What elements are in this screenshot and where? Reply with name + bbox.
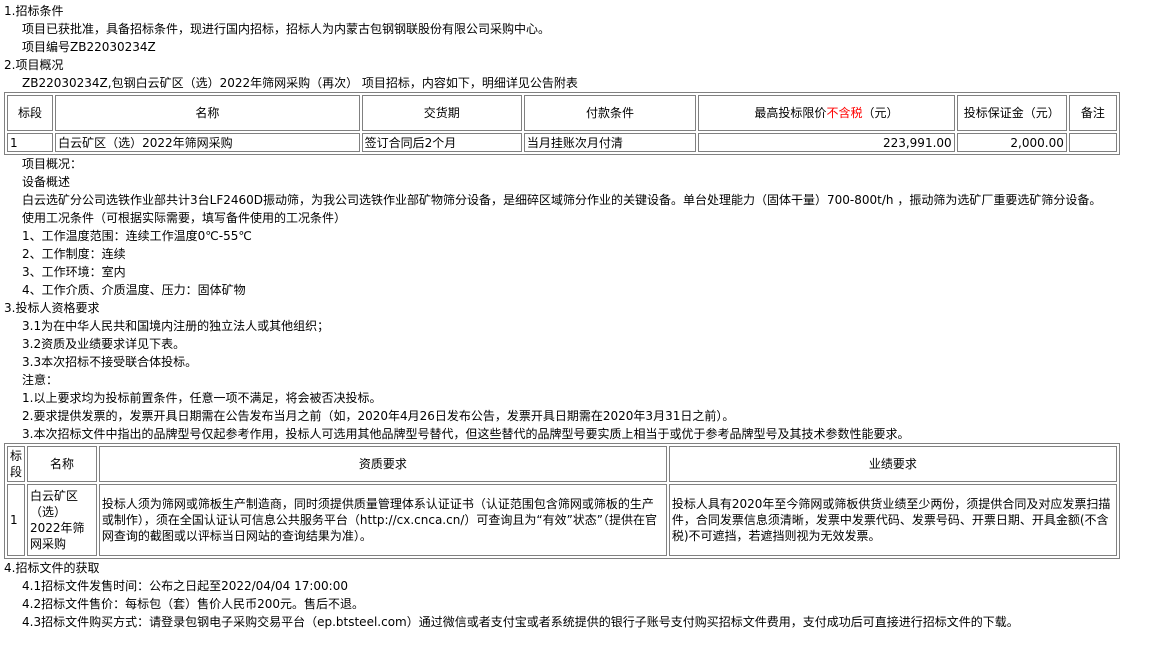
cell-delivery: 签订合同后2个月: [361, 133, 522, 152]
header-max-price: 最高投标限价不含税（元）: [698, 95, 955, 131]
cell-payment: 当月挂账次月付清: [523, 133, 697, 152]
cell-remark: [1068, 133, 1117, 152]
cell-name: 白云矿区（选）2022年筛网采购: [27, 484, 97, 556]
table-header-row: 标段 名称 资质要求 业绩要求: [7, 446, 1117, 482]
table-row: 1 白云矿区（选）2022年筛网采购 签订合同后2个月 当月挂账次月付清 223…: [7, 133, 1117, 152]
section-document-acquisition: 4.招标文件的获取 4.1招标文件发售时间：公布之日起至2022/04/04 1…: [4, 559, 1160, 631]
cell-lot: 1: [7, 133, 54, 152]
equipment-overview-label: 设备概述: [22, 175, 71, 189]
notice-page: 1.招标条件 项目已获批准，具备招标条件，现进行国内招标，招标人为内蒙古包钢钢联…: [0, 0, 1160, 631]
header-payment: 付款条件: [523, 95, 697, 131]
section-tender-conditions: 1.招标条件 项目已获批准，具备招标条件，现进行国内招标，招标人为内蒙古包钢钢联…: [4, 2, 1160, 56]
header-lot: 标段: [7, 95, 54, 131]
header-name: 名称: [55, 95, 360, 131]
header-qualification: 资质要求: [98, 446, 667, 482]
note-item: 2.要求提供发票的，发票开具日期需在公告发布当月之前（如，2020年4月26日发…: [22, 409, 735, 423]
qualification-table: 标段 名称 资质要求 业绩要求 1 白云矿区（选）2022年筛网采购 投标人须为…: [4, 443, 1120, 559]
condition-item: 4、工作介质、介质温度、压力：固体矿物: [22, 283, 246, 297]
cell-lot: 1: [7, 484, 26, 556]
acquisition-item: 4.1招标文件发售时间：公布之日起至2022/04/04 17:00:00: [22, 579, 348, 593]
header-deposit: 投标保证金（元）: [956, 95, 1067, 131]
condition-item: 3、工作环境：室内: [22, 265, 126, 279]
equipment-description: 白云选矿分公司选铁作业部共计3台LF2460D振动筛，为我公司选铁作业部矿物筛分…: [22, 193, 1102, 207]
header-name: 名称: [27, 446, 97, 482]
note-title: 注意：: [22, 373, 59, 387]
header-performance: 业绩要求: [668, 446, 1117, 482]
acquisition-item: 4.3招标文件购买方式：请登录包钢电子采购交易平台（ep.btsteel.com…: [22, 615, 1019, 629]
cell-qualification: 投标人须为筛网或筛板生产制造商，同时须提供质量管理体系认证证书（认证范围包含筛网…: [98, 484, 667, 556]
condition-item: 1、工作温度范围：连续工作温度0℃-55℃: [22, 229, 252, 243]
section-title: 3.投标人资格要求: [4, 301, 100, 315]
tax-exclusive-highlight: 不含税: [826, 106, 863, 120]
condition-item: 2、工作制度：连续: [22, 247, 126, 261]
qualification-item: 3.1为在中华人民共和国境内注册的独立法人或其他组织；: [22, 319, 330, 333]
header-remark: 备注: [1068, 95, 1117, 131]
cell-deposit: 2,000.00: [956, 133, 1067, 152]
lot-table: 标段 名称 交货期 付款条件 最高投标限价不含税（元） 投标保证金（元） 备注 …: [4, 92, 1120, 155]
section-project-overview: 2.项目概况 ZB22030234Z,包钢白云矿区（选）2022年筛网采购（再次…: [4, 56, 1160, 299]
section-title: 2.项目概况: [4, 58, 64, 72]
tender-condition-line: 项目已获批准，具备招标条件，现进行国内招标，招标人为内蒙古包钢钢联股份有限公司采…: [22, 22, 551, 36]
project-details: 项目概况： 设备概述 白云选矿分公司选铁作业部共计3台LF2460D振动筛，为我…: [4, 155, 1160, 299]
cell-performance: 投标人具有2020年至今筛网或筛板供货业绩至少两份，须提供合同及对应发票扫描件，…: [668, 484, 1117, 556]
qualification-item: 3.2资质及业绩要求详见下表。: [22, 337, 186, 351]
working-conditions-label: 使用工况条件（可根据实际需要，填写备件使用的工况条件）: [22, 211, 347, 225]
header-delivery: 交货期: [361, 95, 522, 131]
note-item: 1.以上要求均为投标前置条件，任意一项不满足，将会被否决投标。: [22, 391, 382, 405]
project-number-line: 项目编号ZB22030234Z: [22, 40, 156, 54]
overview-label: 项目概况：: [22, 157, 83, 171]
cell-max-price: 223,991.00: [698, 133, 955, 152]
qualification-item: 3.3本次招标不接受联合体投标。: [22, 355, 198, 369]
note-item: 3.本次招标文件中指出的品牌型号仅起参考作用，投标人可选用其他品牌型号替代，但这…: [22, 427, 910, 441]
section-bidder-qualifications: 3.投标人资格要求 3.1为在中华人民共和国境内注册的独立法人或其他组织； 3.…: [4, 299, 1160, 559]
cell-name: 白云矿区（选）2022年筛网采购: [55, 133, 360, 152]
section-title: 1.招标条件: [4, 4, 64, 18]
table-header-row: 标段 名称 交货期 付款条件 最高投标限价不含税（元） 投标保证金（元） 备注: [7, 95, 1117, 131]
acquisition-item: 4.2招标文件售价：每标包（套）售价人民币200元。售后不退。: [22, 597, 364, 611]
header-lot: 标段: [7, 446, 26, 482]
section-title: 4.招标文件的获取: [4, 561, 100, 575]
project-intro: ZB22030234Z,包钢白云矿区（选）2022年筛网采购（再次） 项目招标，…: [22, 76, 578, 90]
table-row: 1 白云矿区（选）2022年筛网采购 投标人须为筛网或筛板生产制造商，同时须提供…: [7, 484, 1117, 556]
